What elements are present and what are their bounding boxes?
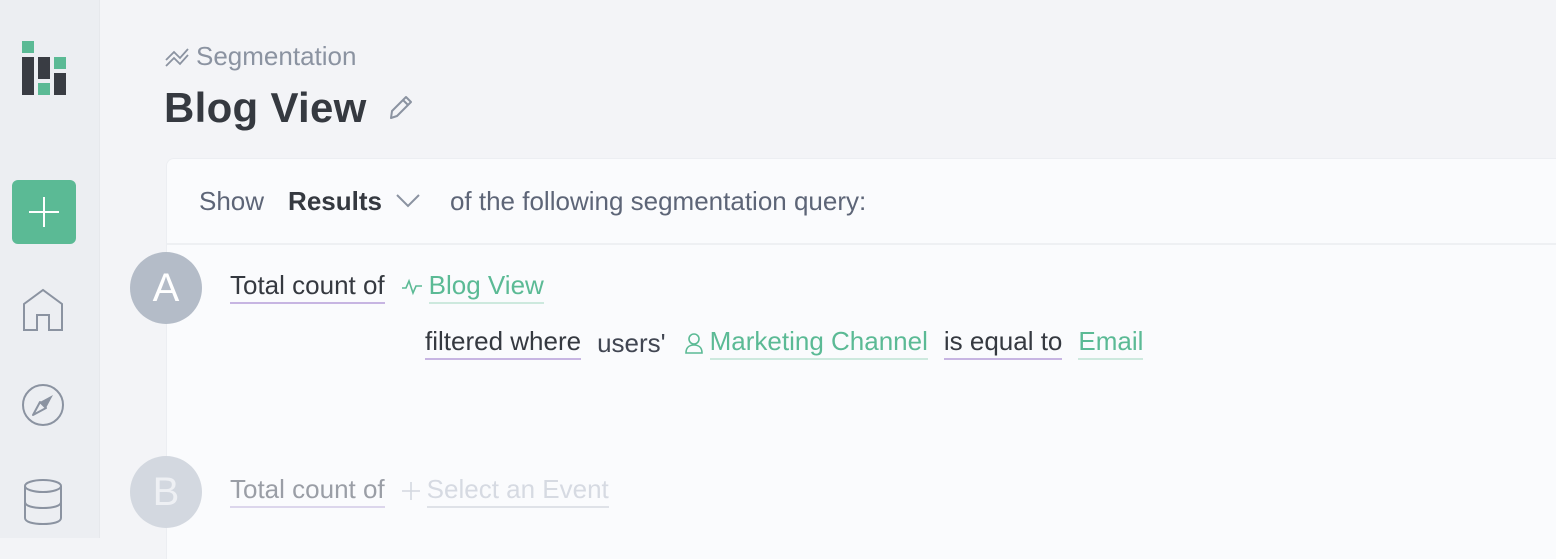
sidebar-item-data[interactable]: [21, 478, 65, 526]
breadcrumb-label: Segmentation: [196, 40, 357, 71]
filter-row-a: filtered where users' Marketing Channel …: [425, 326, 1144, 360]
sidebar-item-home[interactable]: [21, 288, 65, 332]
property-select[interactable]: Marketing Channel: [709, 326, 928, 360]
query-row-a: Total count of Blog View: [230, 270, 544, 304]
sidebar: [0, 0, 100, 538]
aggregation-select[interactable]: Total count of: [230, 270, 385, 304]
edit-title-button[interactable]: [387, 93, 417, 123]
operator-select[interactable]: is equal to: [943, 326, 1063, 360]
plus-icon: [401, 481, 421, 501]
sidebar-item-discover[interactable]: [21, 383, 65, 427]
query-description: of the following segmentation query:: [449, 185, 867, 216]
aggregation-select-b[interactable]: Total count of: [230, 474, 385, 508]
event-pulse-icon: [401, 278, 423, 296]
event-select[interactable]: Blog View: [428, 270, 544, 304]
segmentation-chart-icon: [165, 48, 189, 67]
pencil-icon: [389, 96, 412, 119]
filter-scope: users': [597, 327, 666, 358]
page-title: Blog View: [164, 84, 367, 131]
plus-icon: [29, 197, 59, 227]
measure-value: Results: [288, 185, 382, 216]
breadcrumb[interactable]: Segmentation: [164, 40, 356, 72]
measure-dropdown[interactable]: Results: [288, 186, 420, 217]
filter-value-select[interactable]: Email: [1078, 326, 1144, 360]
select-event-button[interactable]: Select an Event: [426, 474, 609, 508]
chevron-down-icon: [396, 194, 420, 208]
create-new-button[interactable]: [12, 180, 76, 244]
compass-icon: [22, 384, 64, 426]
query-label-b[interactable]: B: [130, 456, 202, 528]
query-label-a[interactable]: A: [130, 252, 202, 324]
query-header: Show Results of the following segmentati…: [167, 159, 1556, 245]
show-label: Show: [199, 185, 265, 216]
title-row: Blog View: [164, 84, 417, 132]
app-logo[interactable]: [21, 40, 67, 96]
home-icon: [23, 288, 63, 331]
database-icon: [24, 479, 62, 526]
user-icon: [684, 332, 704, 354]
query-row-b: Total count of Select an Event: [230, 474, 609, 508]
filter-prefix-select[interactable]: filtered where: [425, 326, 582, 360]
